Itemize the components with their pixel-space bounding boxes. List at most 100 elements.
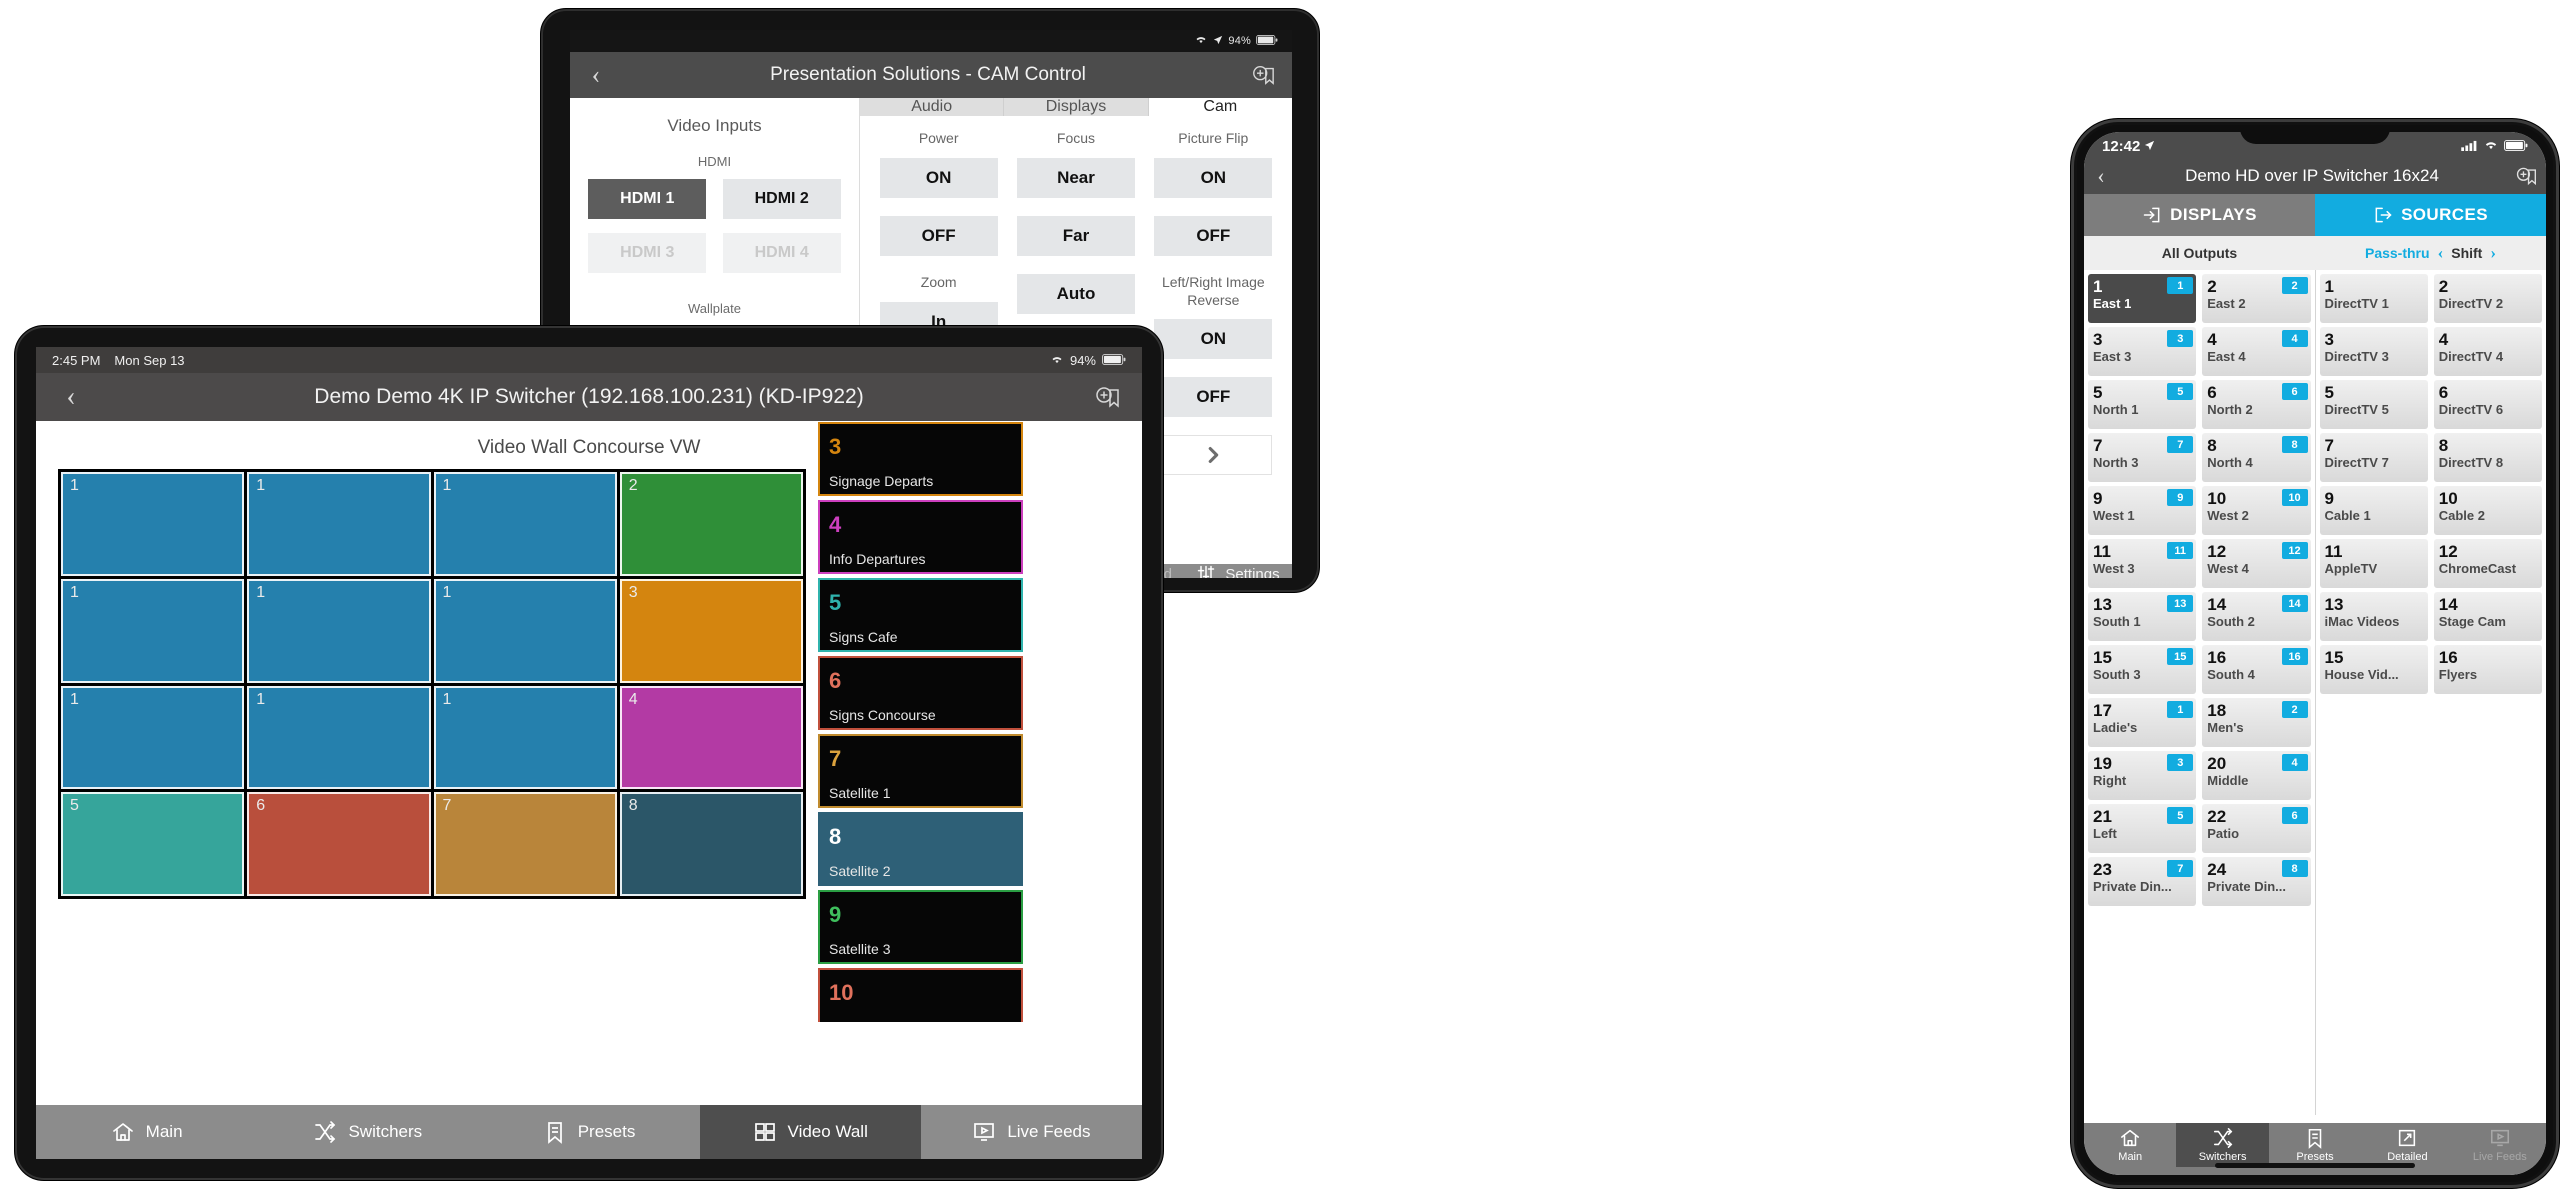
video-wall-cell[interactable]: 1 [61, 685, 245, 790]
display-cell[interactable]: 7 North 37 [2088, 433, 2197, 482]
source-cell[interactable]: 16 Flyers [2433, 645, 2542, 694]
tab-switchers[interactable]: Switchers [2176, 1123, 2269, 1167]
video-wall-cell[interactable]: 7 [433, 792, 617, 896]
segment-displays[interactable]: DISPLAYS [2084, 194, 2315, 236]
tab-settings[interactable]: Settings [1184, 564, 1292, 578]
back-button[interactable]: ‹ [36, 383, 106, 411]
display-cell[interactable]: 15 South 3 15 [2088, 645, 2197, 694]
add-bookmark-icon[interactable] [2506, 165, 2546, 187]
source-list-item[interactable]: 9 Satellite 3 [818, 890, 1023, 964]
video-wall-cell[interactable]: 1 [433, 472, 617, 576]
display-cell[interactable]: 23 Private Din... 7 [2088, 857, 2197, 906]
source-cell[interactable]: 9 Cable 1 [2319, 486, 2428, 535]
picture-flip-off-button[interactable]: OFF [1154, 216, 1273, 256]
display-cell[interactable]: 6 North 26 [2202, 380, 2311, 429]
display-cell[interactable]: 8 North 48 [2202, 433, 2311, 482]
source-cell[interactable]: 11 AppleTV [2319, 539, 2428, 588]
display-cell[interactable]: 21 Left 5 [2088, 804, 2197, 853]
shift-prev-button[interactable]: ‹ [2438, 243, 2444, 263]
display-cell[interactable]: 22 Patio 6 [2202, 804, 2311, 853]
video-wall-cell[interactable]: 1 [247, 472, 431, 576]
source-cell[interactable]: 14 Stage Cam [2433, 592, 2542, 641]
picture-flip-on-button[interactable]: ON [1154, 158, 1273, 198]
tab-switchers[interactable]: Switchers [257, 1105, 478, 1159]
display-cell[interactable]: 10 West 2 10 [2202, 486, 2311, 535]
video-wall-cell[interactable]: 1 [247, 685, 431, 790]
source-list-item[interactable]: 10 Satellite 4 [818, 968, 1023, 1022]
tab-cam[interactable]: Cam [1148, 98, 1292, 116]
display-cell[interactable]: 14 South 2 14 [2202, 592, 2311, 641]
video-wall-cell[interactable]: 1 [433, 685, 617, 790]
source-cell[interactable]: 10 Cable 2 [2433, 486, 2542, 535]
hdmi3-button[interactable]: HDMI 3 [588, 233, 707, 273]
display-cell[interactable]: 24 Private Din... 8 [2202, 857, 2311, 906]
all-outputs-button[interactable]: All Outputs [2084, 236, 2315, 270]
source-list[interactable]: 3 Signage Departs 4 Info Departures 5 Signs C… [818, 422, 1023, 1022]
source-list-item[interactable]: 7 Satellite 1 [818, 734, 1023, 808]
tab-presets[interactable]: Presets [2269, 1123, 2361, 1167]
source-cell[interactable]: 15 House Vid... [2319, 645, 2428, 694]
display-cell[interactable]: 11 West 3 11 [2088, 539, 2197, 588]
displays-grid[interactable]: 1 East 1 1 2 East 2 2 3 East 3 3 4 East 4 4 5 North 1… [2088, 274, 2311, 906]
source-cell[interactable]: 4 DirectTV 4 [2433, 327, 2542, 376]
video-wall-cell[interactable]: 5 [61, 792, 245, 896]
pass-thru-label[interactable]: Pass-thru [2365, 245, 2430, 261]
image-reverse-off-button[interactable]: OFF [1154, 377, 1273, 417]
video-wall-cell[interactable]: 4 [619, 685, 803, 790]
display-cell[interactable]: 5 North 15 [2088, 380, 2197, 429]
tab-main[interactable]: Main [36, 1105, 257, 1159]
tab-video-wall[interactable]: Video Wall [699, 1105, 921, 1159]
source-cell[interactable]: 12 ChromeCast [2433, 539, 2542, 588]
add-bookmark-icon[interactable] [1072, 384, 1142, 410]
source-cell[interactable]: 7 DirectTV 7 [2319, 433, 2428, 482]
video-wall-cell[interactable]: 1 [433, 578, 617, 683]
source-cell[interactable]: 5 DirectTV 5 [2319, 380, 2428, 429]
video-wall-grid[interactable]: 1 1 1 2 1 1 1 3 1 1 1 4 5 6 7 8 [58, 469, 806, 899]
hdmi1-button[interactable]: HDMI 1 [588, 179, 707, 219]
source-list-item[interactable]: 6 Signs Concourse [818, 656, 1023, 730]
tab-detailed[interactable]: Detailed [2361, 1123, 2453, 1167]
video-wall-cell[interactable]: 3 [619, 578, 803, 683]
hdmi2-button[interactable]: HDMI 2 [722, 179, 841, 219]
tab-live-feeds[interactable]: Live Feeds [2454, 1123, 2546, 1167]
display-cell[interactable]: 9 West 19 [2088, 486, 2197, 535]
tab-main[interactable]: Main [2084, 1123, 2176, 1167]
image-reverse-on-button[interactable]: ON [1154, 319, 1273, 359]
tab-audio[interactable]: Audio [860, 98, 1005, 116]
display-cell[interactable]: 2 East 22 [2202, 274, 2311, 323]
source-cell[interactable]: 1 DirectTV 1 [2319, 274, 2428, 323]
shift-control[interactable]: Pass-thru ‹ Shift › [2315, 236, 2546, 270]
power-off-button[interactable]: OFF [879, 216, 998, 256]
source-list-item[interactable]: 4 Info Departures [818, 500, 1023, 574]
source-list-item[interactable]: 5 Signs Cafe [818, 578, 1023, 652]
video-wall-cell[interactable]: 8 [619, 792, 803, 896]
tab-live-feeds[interactable]: Live Feeds [921, 1105, 1142, 1159]
source-cell[interactable]: 2 DirectTV 2 [2433, 274, 2542, 323]
hdmi4-button[interactable]: HDMI 4 [722, 233, 841, 273]
shift-next-button[interactable]: › [2490, 243, 2496, 263]
source-cell[interactable]: 6 DirectTV 6 [2433, 380, 2542, 429]
display-cell[interactable]: 20 Middle 4 [2202, 751, 2311, 800]
segment-sources[interactable]: SOURCES [2315, 194, 2546, 236]
display-cell[interactable]: 13 South 1 13 [2088, 592, 2197, 641]
video-wall-cell[interactable]: 2 [619, 472, 803, 576]
video-wall-cell[interactable]: 1 [61, 472, 245, 576]
pan-right-button[interactable] [1154, 435, 1273, 475]
display-cell[interactable]: 17 Ladie's 1 [2088, 698, 2197, 747]
display-cell[interactable]: 12 West 4 12 [2202, 539, 2311, 588]
video-wall-cell[interactable]: 1 [247, 578, 431, 683]
display-cell[interactable]: 19 Right 3 [2088, 751, 2197, 800]
source-list-item[interactable]: 3 Signage Departs [818, 422, 1023, 496]
tab-presets[interactable]: Presets [478, 1105, 699, 1159]
focus-auto-button[interactable]: Auto [1016, 274, 1135, 314]
display-cell[interactable]: 18 Men's 2 [2202, 698, 2311, 747]
back-button[interactable]: ‹ [2084, 165, 2118, 187]
source-list-item[interactable]: 8 Satellite 2 [818, 812, 1023, 886]
source-cell[interactable]: 8 DirectTV 8 [2433, 433, 2542, 482]
display-cell[interactable]: 4 East 44 [2202, 327, 2311, 376]
source-cell[interactable]: 13 iMac Videos [2319, 592, 2428, 641]
source-cell[interactable]: 3 DirectTV 3 [2319, 327, 2428, 376]
tab-displays[interactable]: Displays [1004, 98, 1149, 116]
display-cell[interactable]: 3 East 33 [2088, 327, 2197, 376]
display-cell[interactable]: 16 South 4 16 [2202, 645, 2311, 694]
